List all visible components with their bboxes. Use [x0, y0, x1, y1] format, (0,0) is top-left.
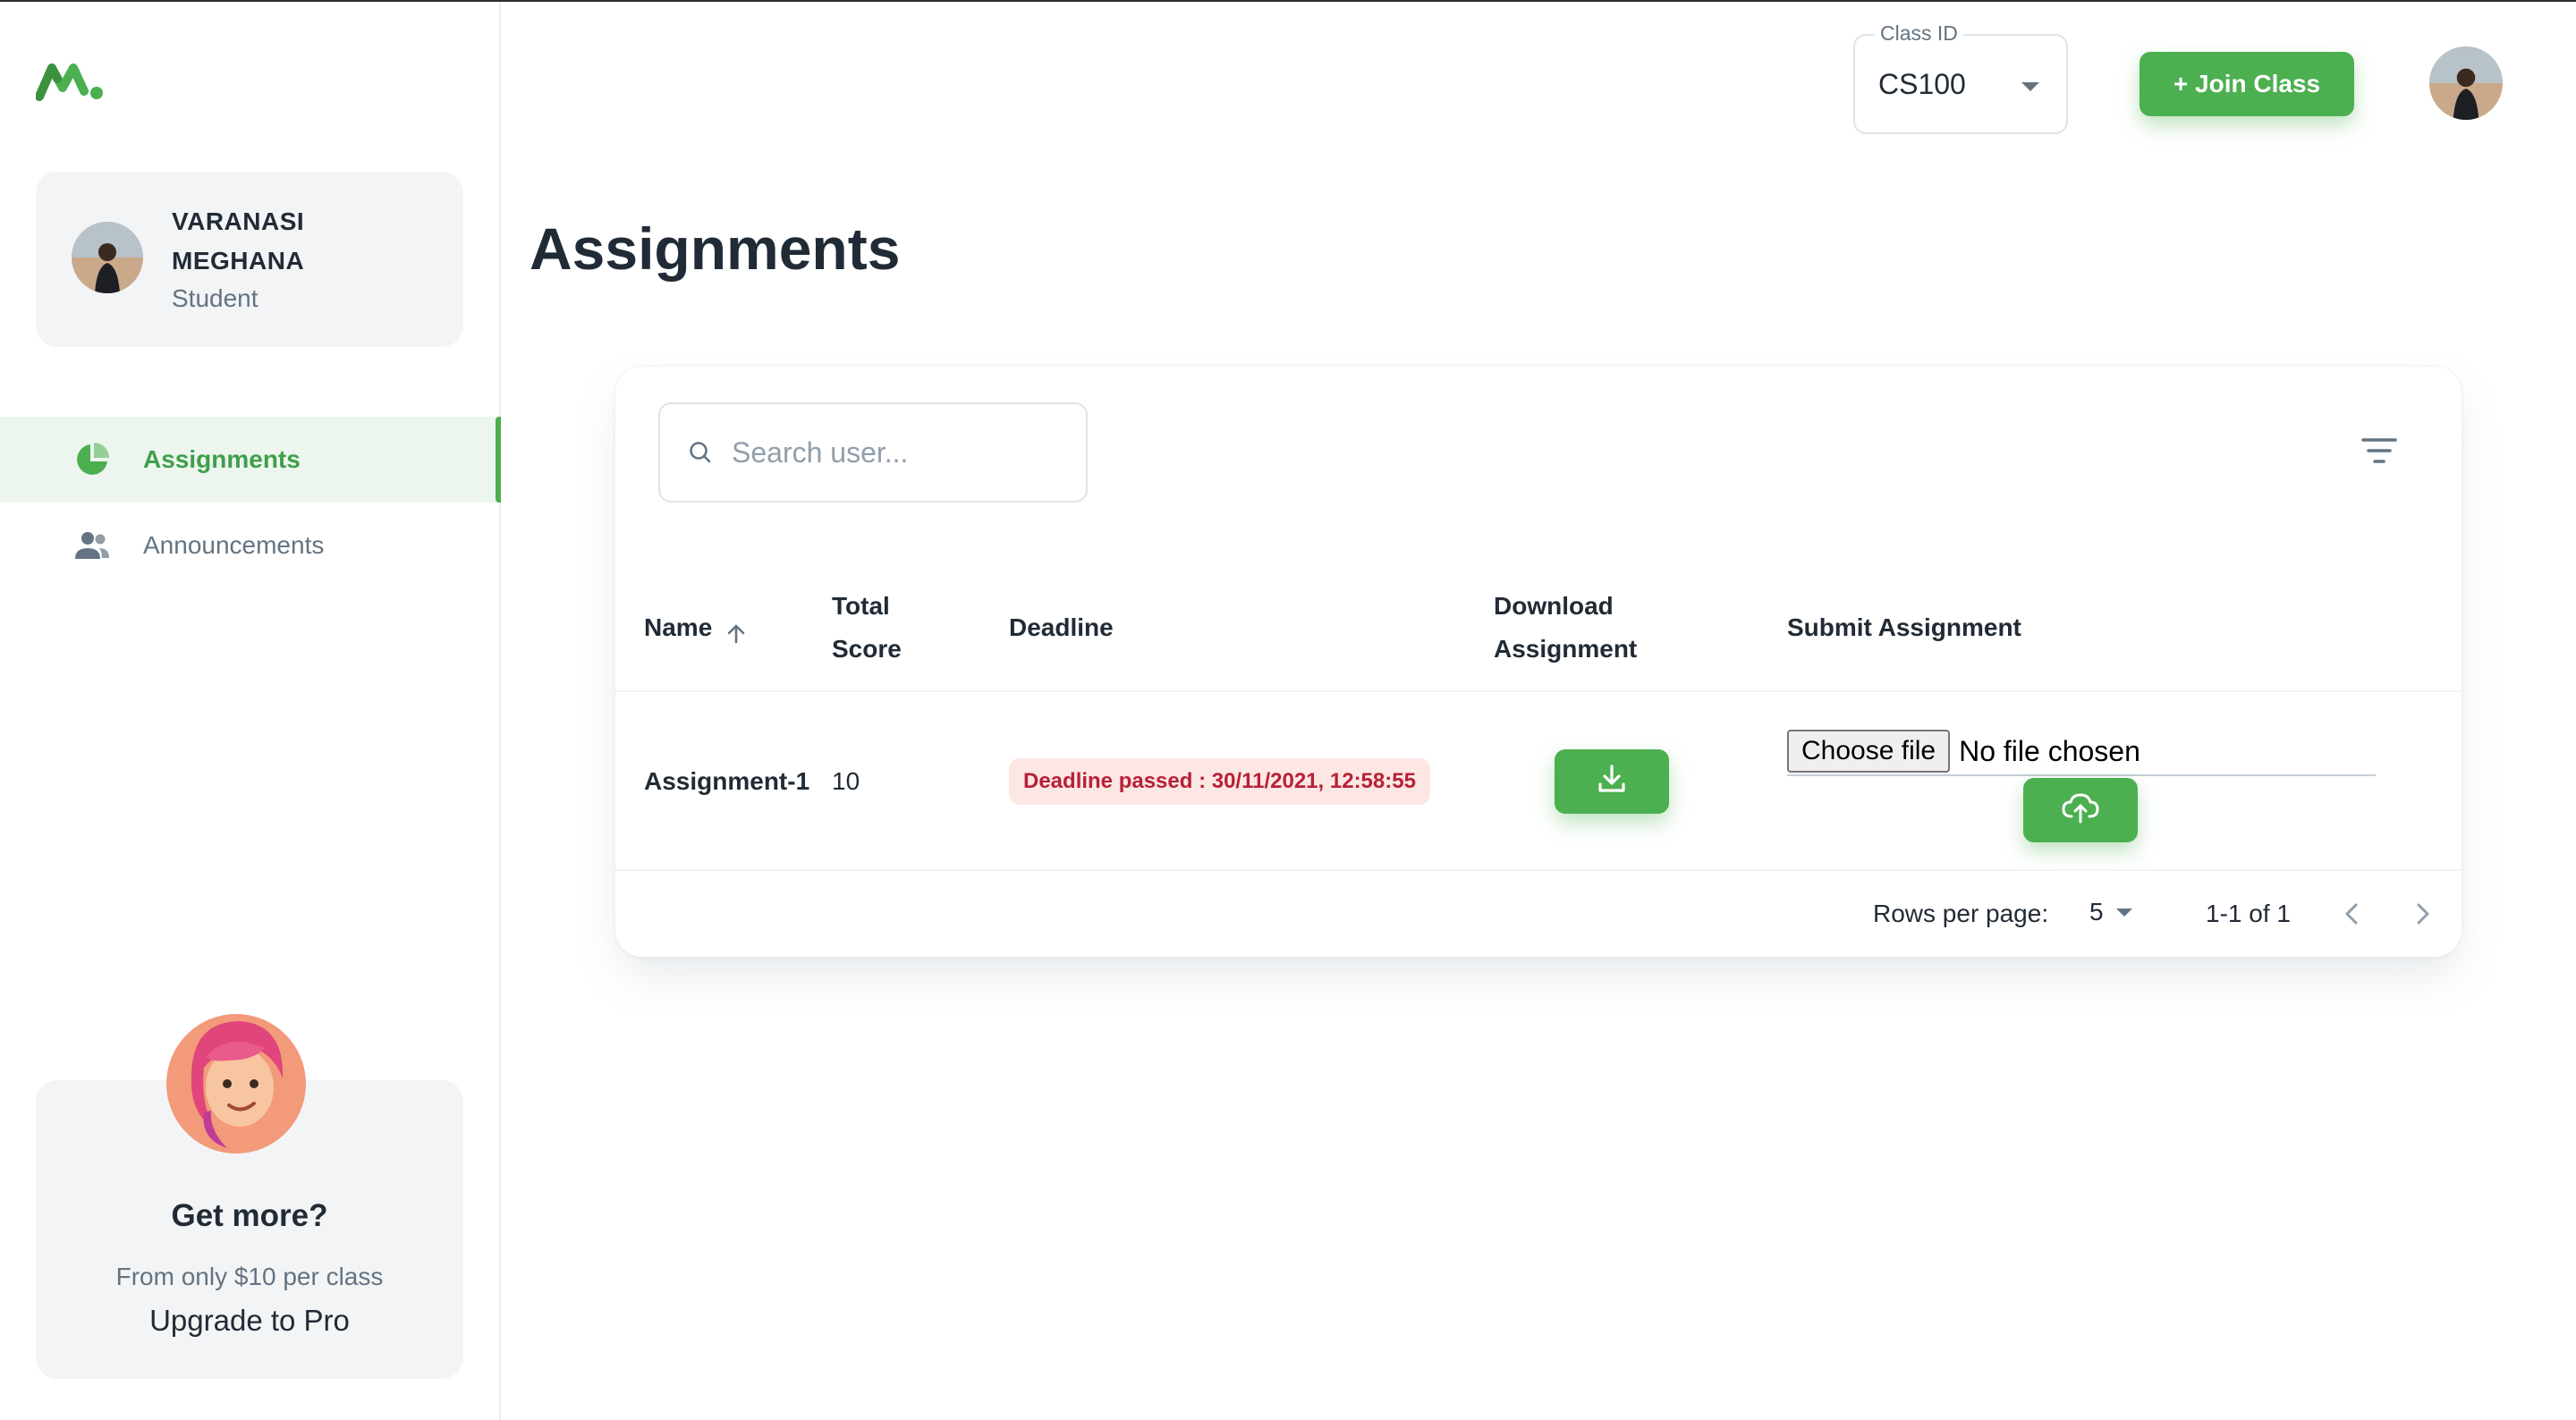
column-header-download[interactable]: Download Assignment — [1494, 563, 1637, 692]
column-header-total-score[interactable]: Total Score — [832, 563, 902, 692]
search-icon — [687, 439, 714, 466]
page-range: 1-1 of 1 — [2206, 900, 2291, 927]
table-header: Name Total Score Deadline Download Assig… — [615, 563, 2462, 692]
column-label: Assignment — [1494, 635, 1638, 663]
pagination: Rows per page: 5 1-1 of 1 — [615, 873, 2462, 957]
class-id-label: Class ID — [1875, 21, 1963, 46]
choose-file-button[interactable]: Choose file — [1787, 730, 1951, 773]
table-row: Assignment-1 10 Deadline passed : 30/11/… — [615, 692, 2462, 871]
upload-button[interactable] — [2023, 778, 2138, 842]
deadline-status-badge: Deadline passed : 30/11/2021, 12:58:55 — [1009, 758, 1430, 805]
sidebar-item-announcements[interactable]: Announcements — [0, 503, 501, 588]
total-score: 10 — [832, 767, 860, 795]
promo-title: Get more? — [171, 1198, 328, 1233]
column-label: Submit Assignment — [1787, 613, 2021, 641]
file-status: No file chosen — [1959, 735, 2140, 767]
upgrade-link[interactable]: Upgrade to Pro — [36, 1304, 463, 1338]
promo-subtitle: From only $10 per class — [115, 1263, 384, 1290]
rows-per-page-label: Rows per page: — [1873, 900, 2049, 927]
filter-list-icon[interactable] — [2360, 435, 2399, 467]
download-icon — [1596, 763, 1628, 801]
account-avatar[interactable] — [2429, 46, 2503, 120]
rows-per-page-value: 5 — [2089, 898, 2104, 926]
sidebar-item-label: Announcements — [143, 531, 325, 559]
class-id-value: CS100 — [1878, 68, 1966, 100]
column-label: Total — [832, 592, 890, 620]
deadline-cell: Deadline passed : 30/11/2021, 12:58:55 — [1009, 692, 1430, 871]
caret-down-icon — [2115, 908, 2132, 917]
account-card: VARANASI MEGHANA Student — [36, 172, 463, 347]
user-name: VARANASI MEGHANA — [172, 207, 305, 275]
sidebar-item-label: Assignments — [143, 445, 301, 473]
assignment-name: Assignment-1 — [644, 767, 810, 795]
class-id-select[interactable]: Class ID CS100 — [1853, 21, 2068, 134]
chevron-right-icon[interactable] — [2406, 898, 2438, 930]
rows-per-page-select[interactable]: 5 — [2089, 898, 2132, 926]
people-icon — [73, 527, 111, 564]
chevron-left-icon[interactable] — [2336, 898, 2368, 930]
page-title: Assignments — [530, 216, 901, 282]
column-header-name[interactable]: Name — [644, 563, 748, 692]
cloud-upload-icon — [2061, 791, 2100, 830]
caret-down-icon — [2021, 82, 2039, 91]
download-button[interactable] — [1555, 749, 1669, 814]
search-box[interactable] — [658, 402, 1088, 503]
column-label: Download — [1494, 592, 1614, 620]
column-label: Name — [644, 613, 713, 641]
app-logo[interactable] — [35, 61, 107, 102]
user-avatar — [72, 222, 143, 293]
column-header-submit[interactable]: Submit Assignment — [1787, 563, 2021, 692]
pie-chart-icon — [73, 441, 111, 478]
join-class-button[interactable]: + Join Class — [2140, 52, 2354, 116]
upgrade-card: Get more? From only $10 per class Upgrad… — [36, 1014, 463, 1379]
assignments-card: Name Total Score Deadline Download Assig… — [615, 367, 2462, 957]
sidebar-nav: Assignments Announcements — [0, 417, 501, 588]
column-label: Score — [832, 635, 902, 663]
sort-arrow-up-icon — [724, 616, 748, 644]
sidebar: VARANASI MEGHANA Student Assignments Ann… — [0, 2, 501, 1420]
search-input[interactable] — [732, 435, 1072, 469]
file-input[interactable]: Choose file No file chosen — [1787, 730, 2376, 776]
sidebar-item-assignments[interactable]: Assignments — [0, 417, 501, 503]
column-label: Deadline — [1009, 613, 1114, 641]
avatar-illustration — [165, 1005, 308, 1155]
column-header-deadline[interactable]: Deadline — [1009, 563, 1114, 692]
user-role: Student — [172, 284, 258, 312]
